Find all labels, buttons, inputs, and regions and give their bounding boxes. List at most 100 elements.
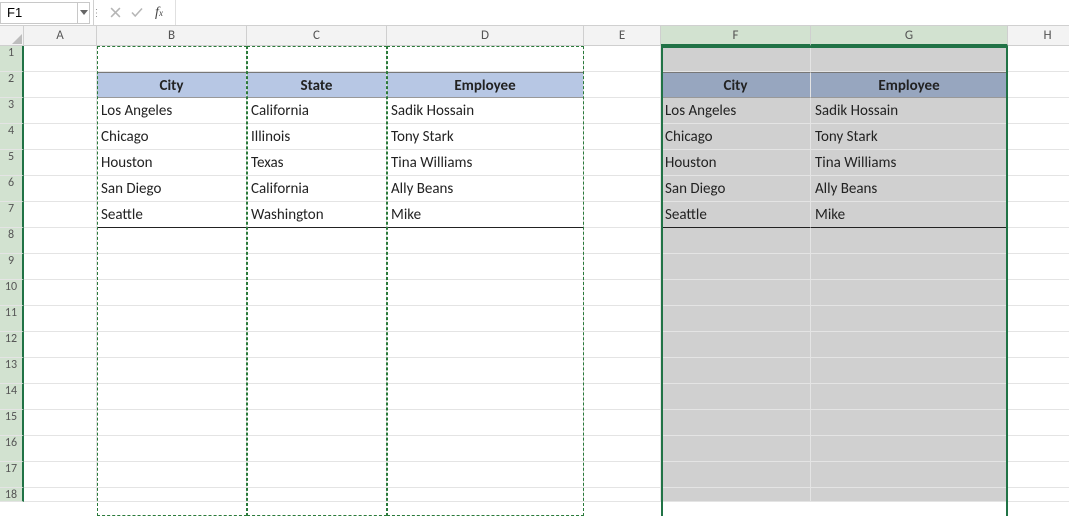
- cell[interactable]: [1008, 306, 1069, 332]
- row-header[interactable]: 9: [0, 254, 24, 280]
- cell[interactable]: Los Angeles: [661, 98, 811, 124]
- cell[interactable]: [97, 358, 247, 384]
- cell[interactable]: [97, 280, 247, 306]
- cell[interactable]: [24, 358, 97, 384]
- cell[interactable]: [387, 228, 584, 254]
- cell[interactable]: [97, 306, 247, 332]
- table2-header-employee[interactable]: Employee: [811, 72, 1008, 98]
- cell[interactable]: [24, 228, 97, 254]
- cell[interactable]: [247, 280, 387, 306]
- cell[interactable]: [811, 280, 1008, 306]
- cell[interactable]: [661, 358, 811, 384]
- cell[interactable]: [811, 436, 1008, 462]
- cell[interactable]: San Diego: [661, 176, 811, 202]
- cell[interactable]: [24, 176, 97, 202]
- cell[interactable]: [387, 462, 584, 488]
- cell[interactable]: [24, 254, 97, 280]
- cell[interactable]: [811, 384, 1008, 410]
- cell[interactable]: Illinois: [247, 124, 387, 150]
- row-header[interactable]: 16: [0, 436, 24, 462]
- cell[interactable]: [247, 306, 387, 332]
- cell[interactable]: [1008, 202, 1069, 228]
- cell[interactable]: [1008, 436, 1069, 462]
- row-header[interactable]: 17: [0, 462, 24, 488]
- cell[interactable]: [584, 150, 661, 176]
- cell[interactable]: [387, 306, 584, 332]
- cell[interactable]: [24, 202, 97, 228]
- cell[interactable]: [584, 202, 661, 228]
- cell[interactable]: [584, 358, 661, 384]
- table1-header-city[interactable]: City: [97, 72, 247, 98]
- cell[interactable]: San Diego: [97, 176, 247, 202]
- table1-header-employee[interactable]: Employee: [387, 72, 584, 98]
- cell[interactable]: [661, 280, 811, 306]
- cell[interactable]: California: [247, 176, 387, 202]
- cell[interactable]: [1008, 488, 1069, 502]
- col-header-B[interactable]: B: [97, 26, 247, 46]
- col-header-C[interactable]: C: [247, 26, 387, 46]
- cell[interactable]: [387, 410, 584, 436]
- cell[interactable]: [247, 358, 387, 384]
- col-header-H[interactable]: H: [1008, 26, 1069, 46]
- cell[interactable]: [1008, 462, 1069, 488]
- row-header[interactable]: 3: [0, 98, 24, 124]
- cell[interactable]: [387, 332, 584, 358]
- cell[interactable]: [387, 384, 584, 410]
- cell[interactable]: [24, 332, 97, 358]
- cell[interactable]: [247, 410, 387, 436]
- cell[interactable]: [24, 410, 97, 436]
- row-header[interactable]: 11: [0, 306, 24, 332]
- cell[interactable]: [584, 98, 661, 124]
- cell[interactable]: [247, 384, 387, 410]
- cell[interactable]: [811, 228, 1008, 254]
- cell[interactable]: Chicago: [97, 124, 247, 150]
- row-header[interactable]: 8: [0, 228, 24, 254]
- row-header[interactable]: 2: [0, 72, 24, 98]
- formula-input[interactable]: [176, 0, 1069, 25]
- cell[interactable]: [1008, 332, 1069, 358]
- cell[interactable]: [1008, 228, 1069, 254]
- cell[interactable]: [584, 306, 661, 332]
- row-header[interactable]: 5: [0, 150, 24, 176]
- cell[interactable]: [24, 150, 97, 176]
- cell[interactable]: [1008, 124, 1069, 150]
- cell[interactable]: Houston: [661, 150, 811, 176]
- insert-function-icon[interactable]: fx: [149, 3, 169, 23]
- cell[interactable]: [247, 462, 387, 488]
- cell[interactable]: Sadik Hossain: [811, 98, 1008, 124]
- cell[interactable]: [97, 384, 247, 410]
- row-header[interactable]: 4: [0, 124, 24, 150]
- cell[interactable]: [811, 254, 1008, 280]
- cell[interactable]: Mike: [811, 202, 1008, 228]
- cell[interactable]: [1008, 176, 1069, 202]
- cell[interactable]: [387, 436, 584, 462]
- row-header[interactable]: 7: [0, 202, 24, 228]
- cell[interactable]: [811, 488, 1008, 502]
- cell[interactable]: [661, 410, 811, 436]
- cell[interactable]: [584, 124, 661, 150]
- enter-icon[interactable]: [127, 3, 147, 23]
- cell[interactable]: [97, 332, 247, 358]
- row-header[interactable]: 6: [0, 176, 24, 202]
- cell[interactable]: [661, 436, 811, 462]
- cell[interactable]: Tina Williams: [811, 150, 1008, 176]
- cell[interactable]: Houston: [97, 150, 247, 176]
- cell[interactable]: [661, 46, 811, 72]
- cell[interactable]: [811, 46, 1008, 72]
- row-header[interactable]: 10: [0, 280, 24, 306]
- cell[interactable]: [24, 72, 97, 98]
- cell[interactable]: [247, 254, 387, 280]
- row-header[interactable]: 15: [0, 410, 24, 436]
- cell[interactable]: [387, 254, 584, 280]
- cell[interactable]: Ally Beans: [811, 176, 1008, 202]
- cell[interactable]: [811, 332, 1008, 358]
- name-box-dropdown[interactable]: [78, 2, 90, 24]
- cell[interactable]: Chicago: [661, 124, 811, 150]
- cell[interactable]: [247, 332, 387, 358]
- cell[interactable]: [24, 280, 97, 306]
- cell[interactable]: Los Angeles: [97, 98, 247, 124]
- cell[interactable]: [661, 228, 811, 254]
- cell[interactable]: [1008, 150, 1069, 176]
- cell[interactable]: [387, 280, 584, 306]
- cell[interactable]: California: [247, 98, 387, 124]
